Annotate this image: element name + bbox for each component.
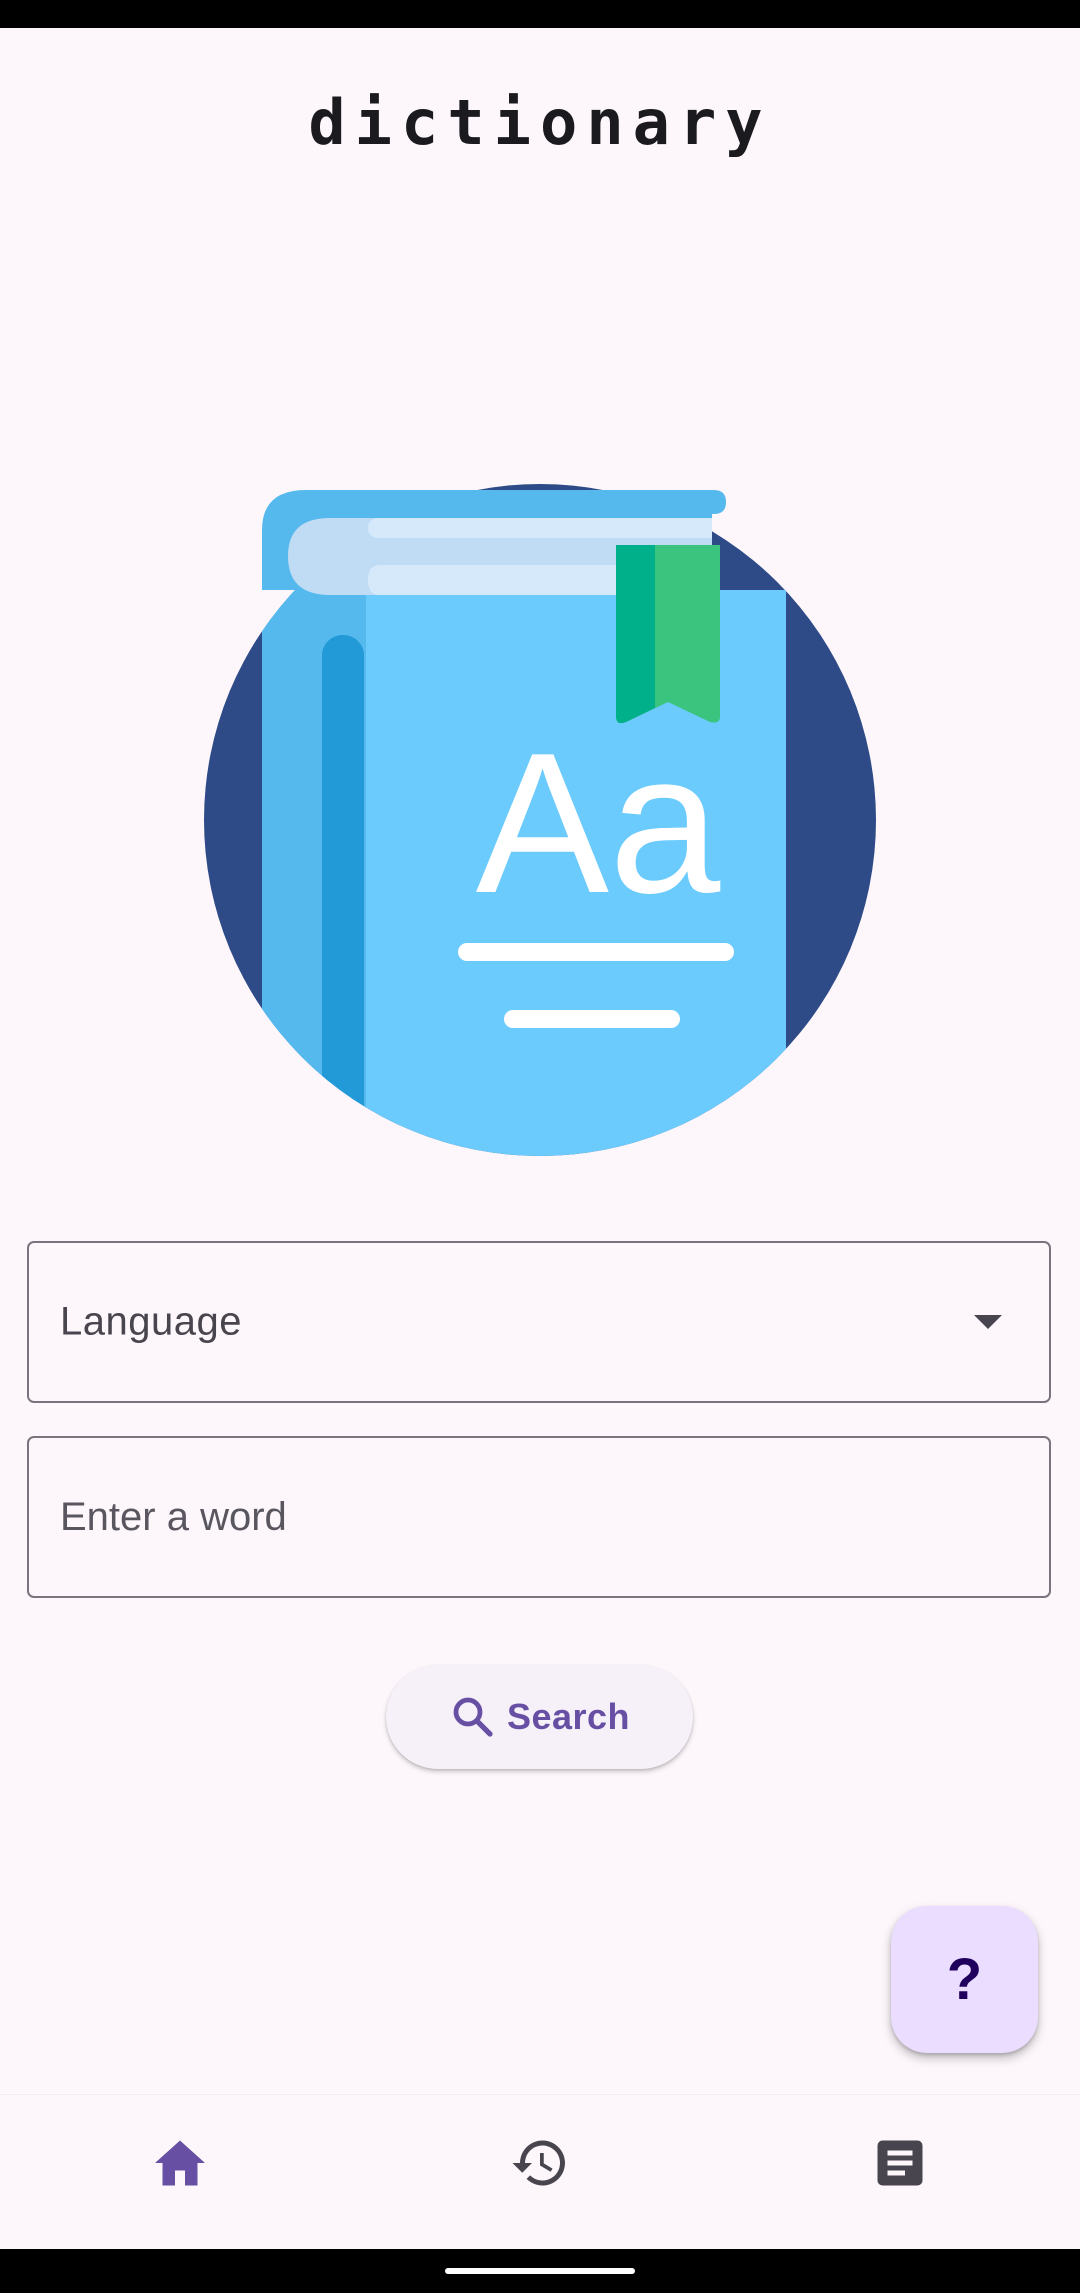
- language-label: Language: [60, 1299, 242, 1344]
- search-button-label: Search: [506, 1696, 631, 1737]
- help-fab[interactable]: ?: [891, 1906, 1038, 2053]
- status-bar: [0, 0, 1080, 28]
- language-dropdown[interactable]: Language: [27, 1241, 1051, 1403]
- search-icon: [453, 1697, 493, 1737]
- nav-item-home[interactable]: [0, 2095, 360, 2230]
- word-field[interactable]: [27, 1436, 1051, 1598]
- home-gesture-handle[interactable]: [445, 2268, 635, 2274]
- home-icon: [155, 2140, 205, 2185]
- nav-item-history[interactable]: [360, 2095, 720, 2230]
- book-title-text: Aa: [476, 712, 721, 935]
- word-input[interactable]: [29, 1438, 1049, 1596]
- bottom-navigation: [0, 2094, 1080, 2250]
- dropdown-arrow-icon: [974, 1315, 1002, 1329]
- nav-item-notes[interactable]: [720, 2095, 1080, 2230]
- notes-icon: [877, 2140, 923, 2185]
- gesture-bar: [0, 2249, 1080, 2293]
- history-icon: [512, 2140, 565, 2185]
- book-icon: Aa: [204, 484, 876, 1156]
- search-button[interactable]: Search: [386, 1665, 693, 1769]
- help-icon: ?: [946, 1947, 983, 2012]
- app-title: dictionary: [308, 86, 772, 159]
